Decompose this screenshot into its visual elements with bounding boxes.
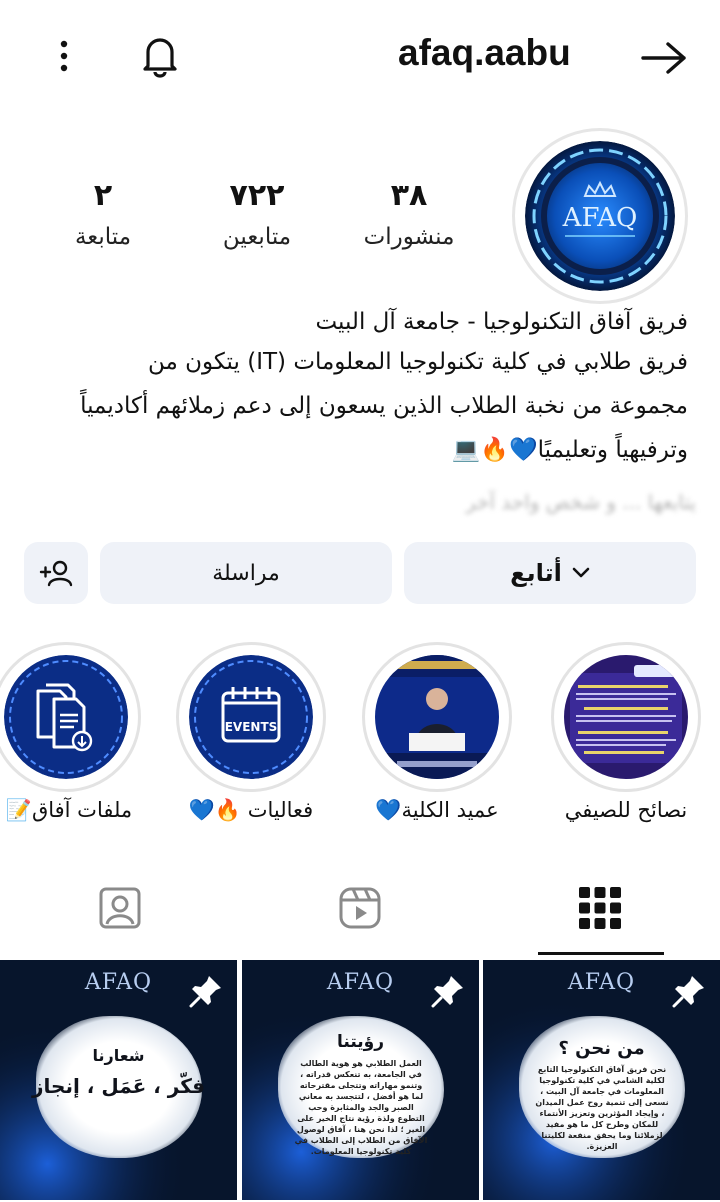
highlight-events[interactable]: EVENTS	[176, 642, 326, 792]
chevron-down-icon	[572, 567, 590, 579]
more-vertical-icon[interactable]	[48, 38, 80, 74]
post-our-vision[interactable]: AFAQ رؤيتنا العمل الطلابي هو هوية الطالب…	[242, 960, 479, 1200]
following-button[interactable]: أتابع	[404, 542, 696, 604]
highlight-events-label: فعاليات 🔥💙	[188, 798, 314, 822]
events-cover-text: EVENTS	[225, 720, 278, 734]
tab-reels[interactable]	[240, 858, 480, 958]
bio-line-1: فريق آفاق التكنولوجيا - جامعة آل البيت	[315, 309, 688, 335]
avatar-image: AFAQ	[525, 141, 675, 291]
post-title: شعارنا	[92, 1046, 145, 1065]
add-user-icon	[38, 558, 74, 588]
arrow-right-icon[interactable]	[638, 38, 690, 78]
highlight-files[interactable]	[0, 642, 141, 792]
tagged-icon	[98, 886, 142, 930]
reels-icon	[338, 886, 382, 930]
message-label: مراسلة	[212, 560, 280, 586]
highlight-files-cover	[4, 655, 128, 779]
bio: فريق آفاق التكنولوجيا - جامعة آل البيت ف…	[28, 302, 688, 470]
post-our-slogan[interactable]: AFAQ شعارنا فكّر ، عَمَل ، إنجاز	[0, 960, 237, 1200]
highlight-summer-tips-label: نصائح للصيفي	[564, 798, 688, 822]
bio-line-3: مجموعة من نخبة الطلاب الذين يسعون إلى دع…	[80, 393, 688, 419]
highlight-dean[interactable]	[362, 642, 512, 792]
pin-icon	[189, 974, 223, 1012]
stat-following[interactable]: ٢ متابعة	[28, 178, 178, 250]
tab-tagged[interactable]	[0, 858, 240, 958]
highlight-dean-cover	[375, 655, 499, 779]
bio-line-4: وترفيهياً وتعليميًا💙🔥💻	[451, 437, 688, 463]
pin-icon	[431, 974, 465, 1012]
bio-line-2: فريق طلابي في كلية تكنولوجيا المعلومات (…	[147, 349, 688, 375]
post-text: نحن فريق آفاق التكنولوجيا التابع لكلية ا…	[535, 1065, 669, 1151]
followed-by-text[interactable]: يتابعها ... و شخص واحد آخر	[166, 478, 696, 526]
highlight-summer-tips-cover	[564, 655, 688, 779]
highlight-dean-label: عميد الكلية💙	[375, 798, 499, 822]
pin-icon	[672, 974, 706, 1012]
follow-label: أتابع	[510, 559, 562, 587]
add-user-button[interactable]	[24, 542, 88, 604]
message-button[interactable]: مراسلة	[100, 542, 392, 604]
stat-followers[interactable]: ٧٢٢ متابعين	[182, 178, 332, 250]
bell-icon[interactable]	[138, 32, 182, 80]
stat-posts-count: ٣٨	[390, 178, 428, 213]
highlight-events-cover: EVENTS	[189, 655, 313, 779]
profile-username: afaq.aabu	[398, 32, 571, 73]
avatar[interactable]: AFAQ	[512, 128, 688, 304]
active-tab-indicator	[538, 952, 664, 955]
post-slogan: فكّر ، عَمَل ، إنجاز	[32, 1074, 205, 1098]
highlight-summer-tips[interactable]	[551, 642, 701, 792]
post-title: من نحن ؟	[558, 1038, 645, 1059]
tab-grid[interactable]	[480, 858, 720, 958]
avatar-logo-text: AFAQ	[562, 203, 638, 233]
grid-icon	[579, 887, 621, 929]
stat-posts-label: منشورات	[363, 224, 455, 250]
stat-followers-label: متابعين	[222, 224, 292, 250]
post-title: رؤيتنا	[337, 1032, 384, 1052]
post-who-we-are[interactable]: AFAQ من نحن ؟ نحن فريق آفاق التكنولوجيا …	[483, 960, 720, 1200]
stat-followers-count: ٧٢٢	[229, 178, 285, 213]
stat-following-count: ٢	[93, 178, 113, 213]
post-text: العمل الطلابي هو هوية الطالب في الجامعة،…	[294, 1059, 428, 1156]
highlight-files-label: ملفات آفاق📝	[5, 798, 133, 822]
stat-following-label: متابعة	[74, 224, 132, 250]
stat-posts[interactable]: ٣٨ منشورات	[334, 178, 484, 250]
